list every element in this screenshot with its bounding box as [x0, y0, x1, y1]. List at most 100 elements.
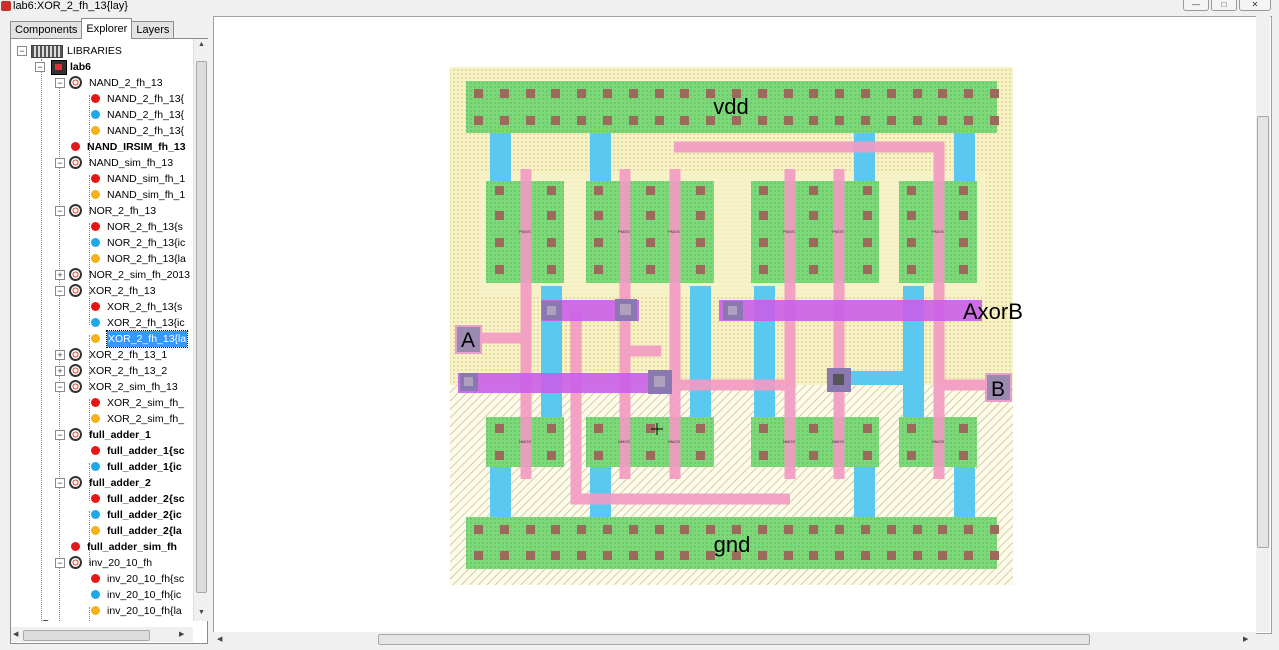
- tree-item[interactable]: NOR_2_fh_13{la: [11, 251, 193, 267]
- tree-item[interactable]: XOR_2_sim_fh_: [11, 411, 193, 427]
- tree-item-label: full_adder_2{ic: [107, 509, 182, 521]
- tree-item[interactable]: full_adder_1{sc: [11, 443, 193, 459]
- contact-cut: [863, 451, 872, 460]
- collapse-toggle-icon[interactable]: −: [55, 78, 65, 88]
- tree-item[interactable]: NAND_2_fh_13{: [11, 123, 193, 139]
- canvas-horizontal-scrollbar[interactable]: ◀ ▶: [213, 632, 1256, 646]
- pmos-tag: PMOS: [618, 229, 630, 234]
- close-button[interactable]: ✕: [1239, 0, 1271, 11]
- collapse-toggle-icon[interactable]: −: [55, 158, 65, 168]
- tree-item[interactable]: XOR_2_fh_13{ic: [11, 315, 193, 331]
- tree-item[interactable]: − LIBRARIES: [11, 43, 193, 59]
- tree-scroll-thumb[interactable]: [196, 61, 207, 593]
- expand-toggle-icon[interactable]: +: [55, 350, 65, 360]
- tree-item[interactable]: − NAND_2_fh_13: [11, 75, 193, 91]
- canvas-scroll-right-icon[interactable]: ▶: [1243, 635, 1248, 643]
- tree-item[interactable]: NAND_2_fh_13{: [11, 91, 193, 107]
- contact-cut: [907, 238, 916, 247]
- contact-cut: [655, 551, 664, 560]
- tree-item[interactable]: full_adder_sim_fh: [11, 539, 193, 555]
- canvas-vscroll-thumb[interactable]: [1257, 116, 1269, 548]
- schematic-view-icon: [91, 398, 100, 407]
- tree-item[interactable]: full_adder_2{sc: [11, 491, 193, 507]
- collapse-toggle-icon[interactable]: −: [55, 430, 65, 440]
- tree-item[interactable]: NAND_sim_fh_1: [11, 187, 193, 203]
- tree-item-label: lab6: [70, 61, 92, 73]
- canvas-scroll-left-icon[interactable]: ◀: [217, 635, 222, 643]
- icon-view-icon: [91, 510, 100, 519]
- tree-item[interactable]: NOR_2_fh_13{s: [11, 219, 193, 235]
- tree-horizontal-scrollbar[interactable]: ◀ ▶: [11, 627, 193, 642]
- tree-item[interactable]: NAND_IRSIM_fh_13: [11, 139, 193, 155]
- collapse-toggle-icon[interactable]: −: [55, 382, 65, 392]
- contact-cut: [759, 211, 768, 220]
- maximize-button[interactable]: □: [1211, 0, 1237, 11]
- tree-vertical-scrollbar[interactable]: ▲ ▼: [193, 39, 208, 621]
- scroll-left-icon[interactable]: ◀: [13, 630, 18, 638]
- canvas-hscroll-thumb[interactable]: [378, 634, 1090, 645]
- contact-cut: [500, 89, 509, 98]
- layout-drawing[interactable]: vdd gnd A B AxorB PMOS PMOS PMOS PMOS PM…: [214, 17, 1271, 633]
- tree-item[interactable]: − full_adder_2: [11, 475, 193, 491]
- collapse-toggle-icon[interactable]: −: [55, 558, 65, 568]
- contact-cut: [938, 551, 947, 560]
- schematic-view-icon: [91, 446, 100, 455]
- tree-item[interactable]: inv_20_10_fh{la: [11, 603, 193, 619]
- expand-toggle-icon[interactable]: +: [55, 366, 65, 376]
- schematic-view-icon: [91, 574, 100, 583]
- nmos-tag: NMOS: [668, 439, 680, 444]
- tree-item[interactable]: full_adder_2{ic: [11, 507, 193, 523]
- icon-view-icon: [91, 590, 100, 599]
- contact-cut: [907, 424, 916, 433]
- collapse-toggle-icon[interactable]: −: [35, 62, 45, 72]
- tree-item[interactable]: NAND_2_fh_13{: [11, 107, 193, 123]
- tree-item[interactable]: XOR_2_fh_13{la: [11, 330, 193, 348]
- expand-toggle-icon[interactable]: +: [55, 270, 65, 280]
- tab-layers[interactable]: Layers: [131, 21, 175, 39]
- tree-item-label: full_adder_2: [89, 477, 151, 489]
- collapse-toggle-icon[interactable]: −: [55, 478, 65, 488]
- tree-item[interactable]: − NOR_2_fh_13: [11, 203, 193, 219]
- contact-cut: [938, 89, 947, 98]
- tree-item[interactable]: XOR_2_fh_13{s: [11, 299, 193, 315]
- tree-item[interactable]: − lab6: [11, 59, 193, 75]
- minimize-button[interactable]: —: [1183, 0, 1209, 11]
- tree-item[interactable]: + NOR_2_sim_fh_2013: [11, 267, 193, 283]
- tree-item[interactable]: full_adder_1{ic: [11, 459, 193, 475]
- tab-components[interactable]: Components: [10, 21, 83, 39]
- collapse-toggle-icon[interactable]: −: [55, 206, 65, 216]
- tree-item[interactable]: inv_20_10_fh{ic: [11, 587, 193, 603]
- tree-item[interactable]: − inv_20_10_fh: [11, 555, 193, 571]
- tree-item[interactable]: NAND_sim_fh_1: [11, 171, 193, 187]
- tree-item[interactable]: − XOR_2_fh_13: [11, 283, 193, 299]
- scroll-down-icon[interactable]: ▼: [198, 609, 205, 616]
- collapse-toggle-icon[interactable]: −: [17, 46, 27, 56]
- tree-item-label: NAND_2_fh_13{: [107, 93, 185, 105]
- tree-item[interactable]: + XOR_2_fh_13_1: [11, 347, 193, 363]
- tab-explorer[interactable]: Explorer: [81, 18, 133, 39]
- scroll-right-icon[interactable]: ▶: [179, 630, 184, 638]
- collapse-toggle-icon[interactable]: −: [55, 286, 65, 296]
- contact-cut: [474, 116, 483, 125]
- layout-canvas[interactable]: vdd gnd A B AxorB PMOS PMOS PMOS PMOS PM…: [213, 16, 1272, 634]
- tree-item[interactable]: − NAND_sim_fh_13: [11, 155, 193, 171]
- contact-cut: [887, 89, 896, 98]
- contact-cut: [959, 265, 968, 274]
- tree-item[interactable]: inv_20_10_fh{sc: [11, 571, 193, 587]
- tree-item[interactable]: ERRORS: [11, 619, 193, 621]
- tree-item[interactable]: full_adder_2{la: [11, 523, 193, 539]
- tree-item[interactable]: + XOR_2_fh_13_2: [11, 363, 193, 379]
- tree-item[interactable]: − full_adder_1: [11, 427, 193, 443]
- tree-item-label: NAND_sim_fh_13: [89, 157, 174, 169]
- cell-icon: [69, 76, 82, 89]
- scroll-up-icon[interactable]: ▲: [198, 41, 205, 48]
- tree-item[interactable]: NOR_2_fh_13{ic: [11, 235, 193, 251]
- canvas-vertical-scrollbar[interactable]: [1256, 16, 1270, 632]
- tree-item[interactable]: − XOR_2_sim_fh_13: [11, 379, 193, 395]
- icon-view-icon: [91, 110, 100, 119]
- tree-item-label: XOR_2_sim_fh_: [107, 413, 185, 425]
- tree-hscroll-thumb[interactable]: [23, 630, 150, 641]
- tree-item-label: full_adder_1: [89, 429, 151, 441]
- contact-cut: [913, 89, 922, 98]
- tree-item[interactable]: XOR_2_sim_fh_: [11, 395, 193, 411]
